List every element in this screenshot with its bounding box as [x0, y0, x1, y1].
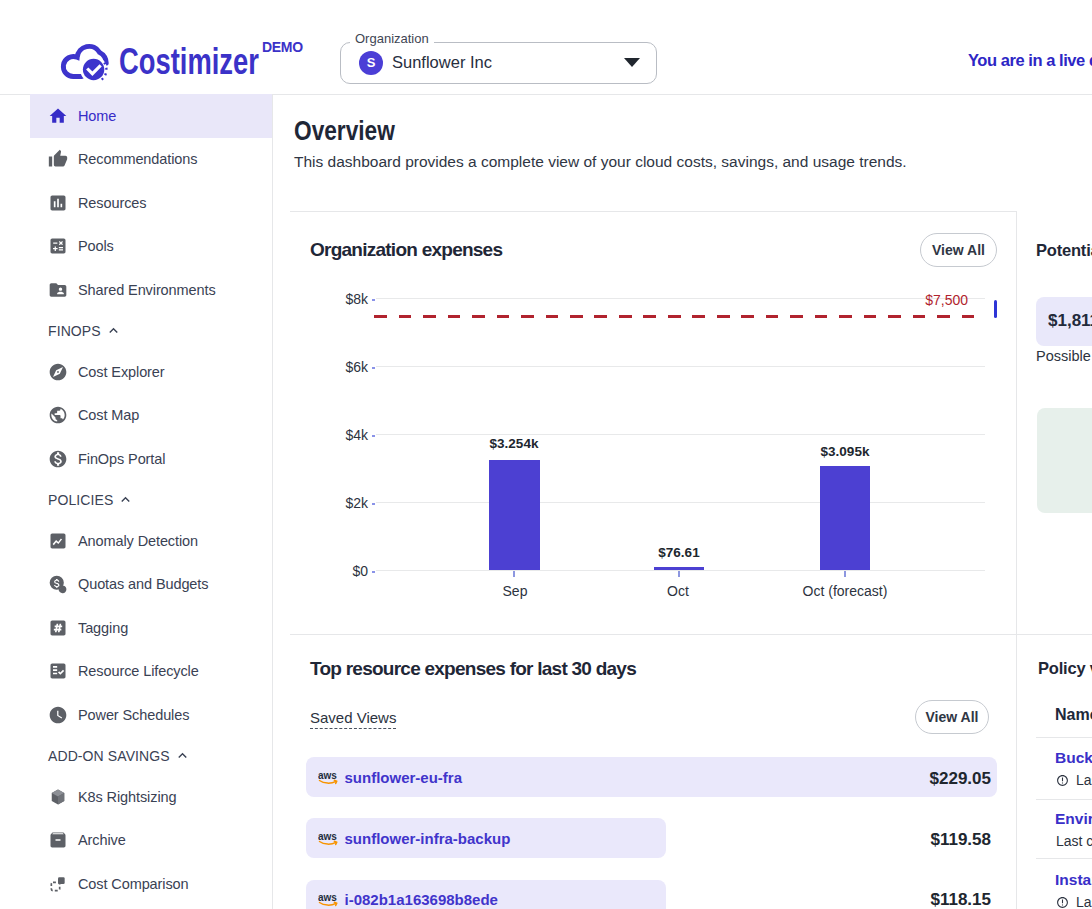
svg-text:aws: aws	[318, 892, 337, 903]
svg-text:aws: aws	[318, 770, 337, 781]
svg-text:aws: aws	[318, 831, 337, 842]
